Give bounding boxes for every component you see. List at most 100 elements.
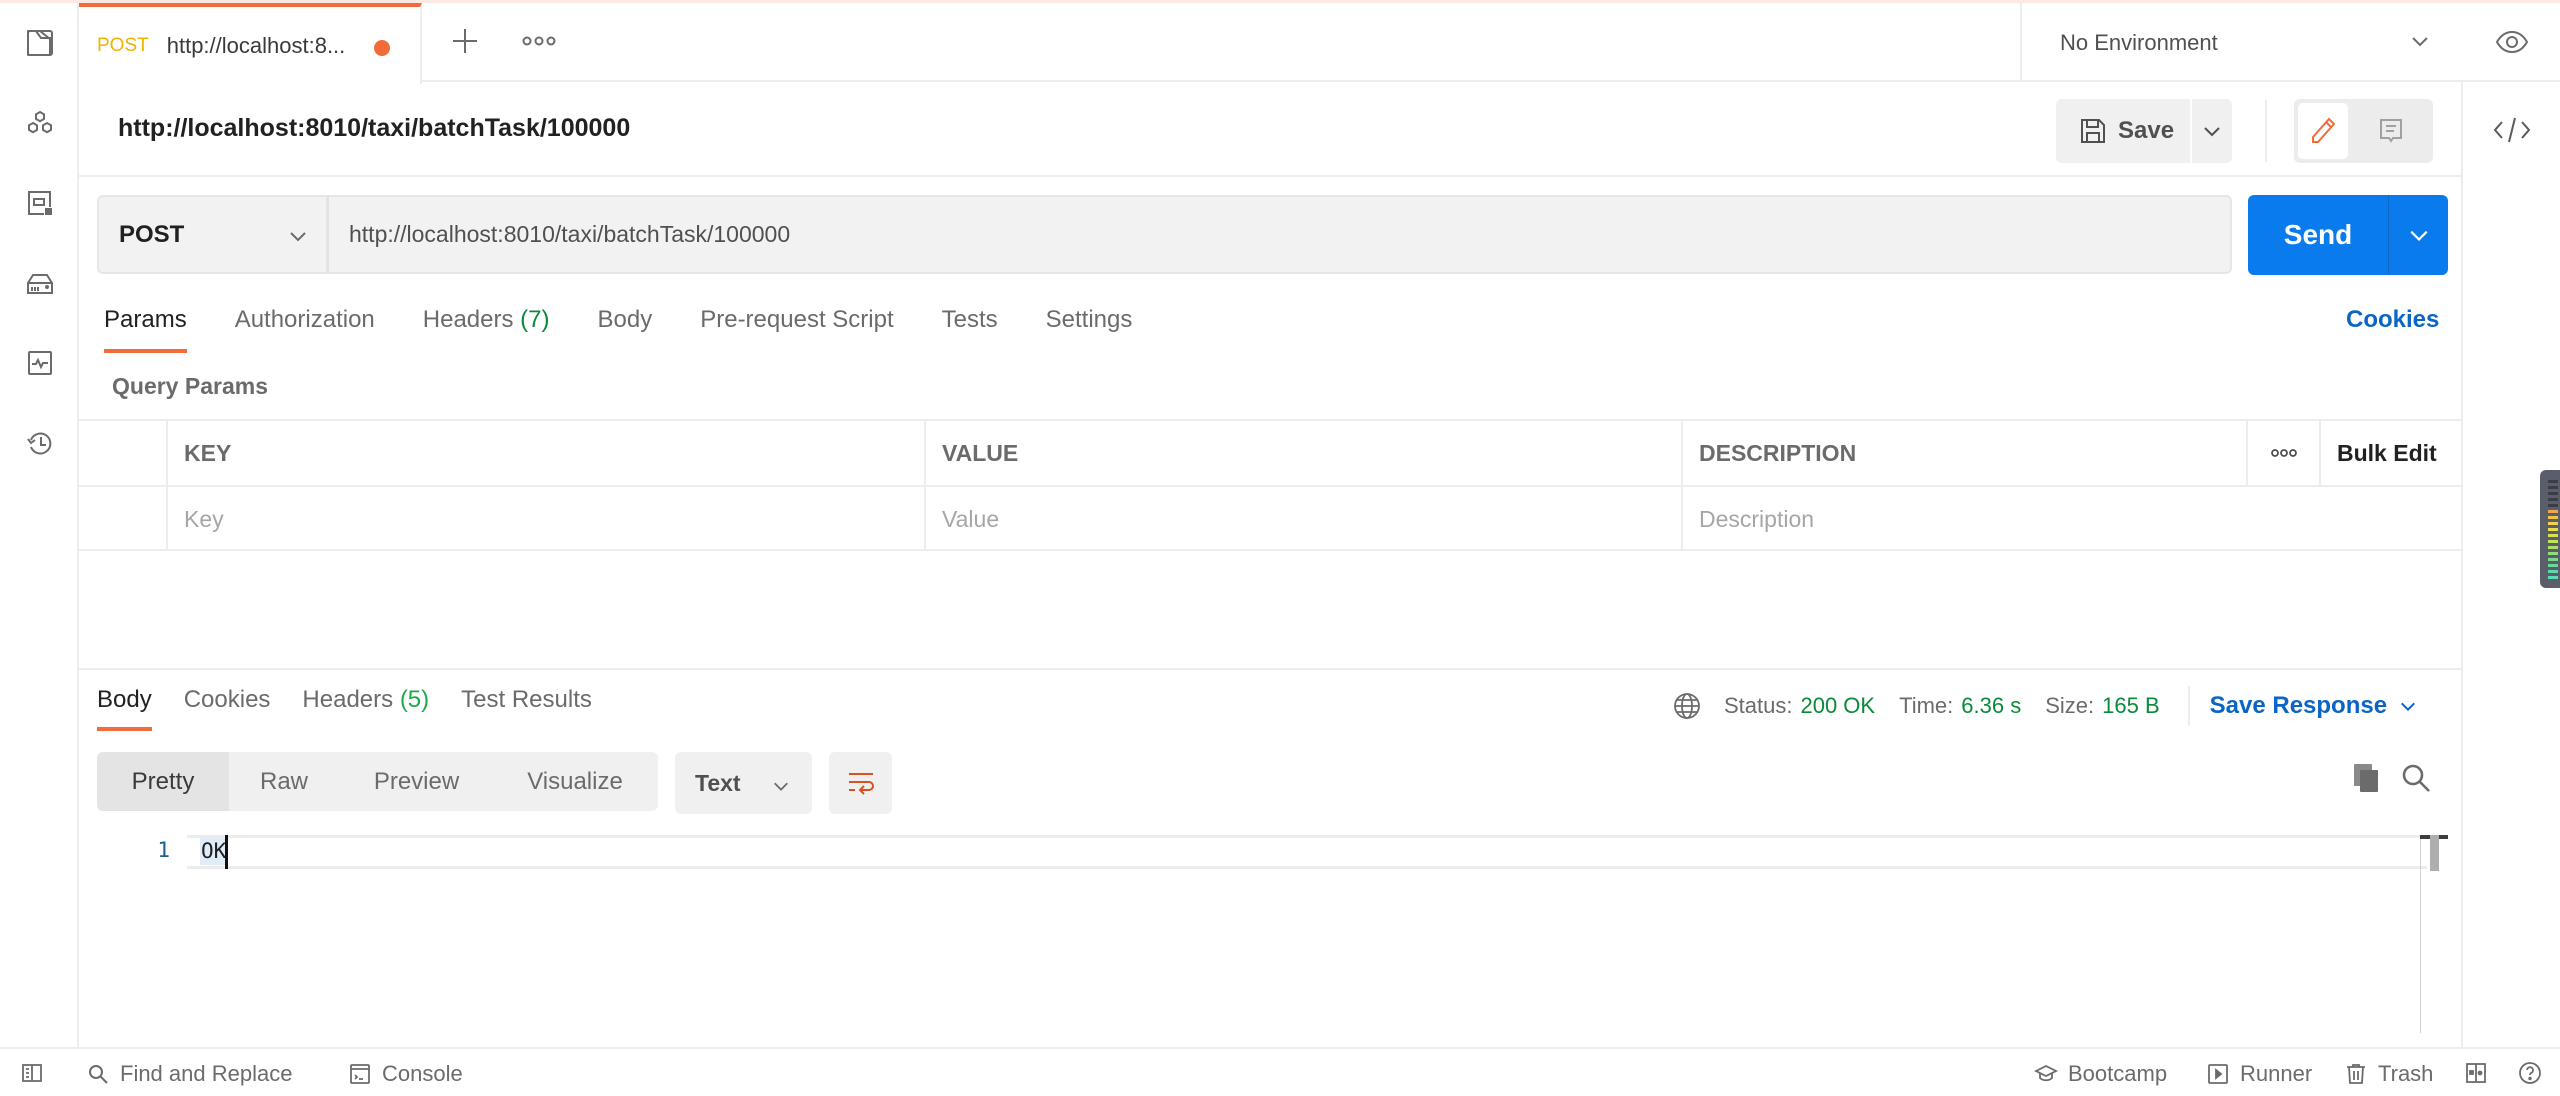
tab-label: Cookies xyxy=(183,686,271,713)
method-select[interactable]: POST xyxy=(97,195,328,274)
tab-headers[interactable]: Headers (7) xyxy=(423,306,550,346)
description-input[interactable]: Description xyxy=(1683,487,2461,551)
chevron-down-icon xyxy=(2204,127,2220,137)
view-visualize[interactable]: Visualize xyxy=(494,752,656,811)
find-and-replace-button[interactable]: Find and Replace xyxy=(86,1061,292,1087)
column-options-button[interactable] xyxy=(2248,421,2321,485)
method-value: POST xyxy=(119,220,185,248)
table-row: Key Value Description xyxy=(79,485,2461,551)
tab-label: Headers xyxy=(302,686,394,713)
url-input[interactable]: http://localhost:8010/taxi/batchTask/100… xyxy=(327,195,2232,274)
environment-selector[interactable]: No Environment xyxy=(2020,3,2470,82)
text-cursor xyxy=(225,835,228,869)
key-input[interactable]: Key xyxy=(168,487,926,551)
trash-button[interactable]: Trash xyxy=(2344,1061,2433,1087)
eye-icon xyxy=(2495,30,2529,54)
collections-icon[interactable] xyxy=(24,27,56,59)
edit-docs-toggle xyxy=(2294,99,2433,163)
search-icon[interactable] xyxy=(2400,762,2432,794)
environment-selected-label: No Environment xyxy=(2060,29,2218,55)
size-value[interactable]: 165 B xyxy=(2102,693,2160,719)
graduation-cap-icon xyxy=(2034,1064,2058,1082)
response-format-select[interactable]: Text xyxy=(675,752,812,814)
response-tab-headers[interactable]: Headers (5) xyxy=(302,686,429,714)
help-button[interactable] xyxy=(2518,1061,2542,1085)
environment-quick-look-button[interactable] xyxy=(2495,27,2529,57)
response-body-text[interactable]: OK xyxy=(200,837,228,865)
left-sidebar xyxy=(0,3,79,1048)
documentation-mode-button[interactable] xyxy=(2356,103,2426,159)
console-label: Console xyxy=(382,1061,463,1086)
send-button[interactable]: Send xyxy=(2248,195,2388,275)
tab-method-badge: POST xyxy=(97,34,149,56)
view-preview[interactable]: Preview xyxy=(339,752,494,811)
time-label: Time: xyxy=(1899,693,1954,718)
response-tab-body[interactable]: Body xyxy=(97,686,152,731)
save-button[interactable]: Save xyxy=(2056,99,2190,163)
wrap-lines-icon xyxy=(848,773,874,795)
chevron-down-icon xyxy=(2410,31,2430,51)
response-tab-cookies[interactable]: Cookies xyxy=(184,686,271,714)
play-square-icon xyxy=(2208,1064,2228,1084)
bootcamp-button[interactable]: Bootcamp xyxy=(2034,1061,2167,1087)
console-button[interactable]: Console xyxy=(348,1061,463,1087)
send-options-button[interactable] xyxy=(2388,195,2448,275)
response-meta: Status: 200 OK Time: 6.36 s Size: 165 B … xyxy=(1672,686,2417,726)
line-number: 1 xyxy=(157,838,170,862)
headers-count: (7) xyxy=(520,306,550,333)
request-tab-active[interactable]: POST http://localhost:8... xyxy=(79,3,422,84)
tab-label: Test Results xyxy=(461,686,592,713)
runner-label: Runner xyxy=(2240,1061,2313,1086)
time-value[interactable]: 6.36 s xyxy=(1961,693,2021,719)
environments-icon[interactable] xyxy=(24,267,56,299)
chevron-down-icon xyxy=(2401,702,2416,712)
cookies-link[interactable]: Cookies xyxy=(2346,306,2439,334)
toggle-sidebar-button[interactable] xyxy=(20,1061,44,1085)
response-pane-divider[interactable] xyxy=(79,668,2461,670)
request-tabs: Params Authorization Headers (7) Body Pr… xyxy=(104,306,1180,353)
key-column-header: KEY xyxy=(168,421,926,485)
sidebar-toggle-icon xyxy=(22,1064,42,1082)
globe-icon[interactable] xyxy=(1672,691,1702,721)
bulk-edit-button[interactable]: Bulk Edit xyxy=(2321,421,2461,485)
request-header: http://localhost:8010/taxi/batchTask/100… xyxy=(79,82,2461,177)
tab-bar: POST http://localhost:8... No Environmen… xyxy=(79,3,2560,84)
url-value: http://localhost:8010/taxi/batchTask/100… xyxy=(349,221,791,247)
find-and-replace-label: Find and Replace xyxy=(120,1061,293,1086)
monitors-icon[interactable] xyxy=(24,347,56,379)
tab-label: Body xyxy=(597,306,653,333)
query-params-table: KEY VALUE DESCRIPTION Bulk Edit Key Valu… xyxy=(79,419,2461,551)
history-icon[interactable] xyxy=(24,427,56,459)
console-icon xyxy=(350,1064,370,1084)
edit-mode-button[interactable] xyxy=(2298,103,2348,159)
copy-icon[interactable] xyxy=(2352,762,2382,794)
save-response-label: Save Response xyxy=(2209,692,2388,719)
mock-servers-icon[interactable] xyxy=(24,187,56,219)
tab-settings[interactable]: Settings xyxy=(1046,306,1133,346)
format-value: Text xyxy=(695,769,741,796)
response-tab-test-results[interactable]: Test Results xyxy=(461,686,592,714)
runner-button[interactable]: Runner xyxy=(2206,1061,2312,1087)
two-pane-icon xyxy=(2466,1063,2486,1083)
tab-authorization[interactable]: Authorization xyxy=(235,306,375,346)
tab-params[interactable]: Params xyxy=(104,306,187,353)
new-tab-button[interactable] xyxy=(449,25,481,57)
editor-scrollbar[interactable] xyxy=(2430,835,2439,871)
view-pretty[interactable]: Pretty xyxy=(97,752,229,811)
save-options-button[interactable] xyxy=(2192,99,2232,163)
apis-icon[interactable] xyxy=(24,107,56,139)
value-input[interactable]: Value xyxy=(926,487,1683,551)
pencil-icon xyxy=(2312,117,2336,143)
save-response-button[interactable]: Save Response xyxy=(2210,692,2417,720)
tab-pre-request-script[interactable]: Pre-request Script xyxy=(700,306,893,346)
code-snippet-button[interactable] xyxy=(2490,112,2534,148)
tab-options-button[interactable] xyxy=(519,25,559,57)
view-raw[interactable]: Raw xyxy=(229,752,339,811)
request-name[interactable]: http://localhost:8010/taxi/batchTask/100… xyxy=(118,114,630,143)
two-pane-view-button[interactable] xyxy=(2464,1061,2488,1085)
tab-tests[interactable]: Tests xyxy=(942,306,998,346)
wrap-lines-button[interactable] xyxy=(829,752,892,814)
tab-body[interactable]: Body xyxy=(598,306,653,346)
status-value[interactable]: 200 OK xyxy=(1800,693,1875,719)
more-horizontal-icon xyxy=(522,36,556,46)
